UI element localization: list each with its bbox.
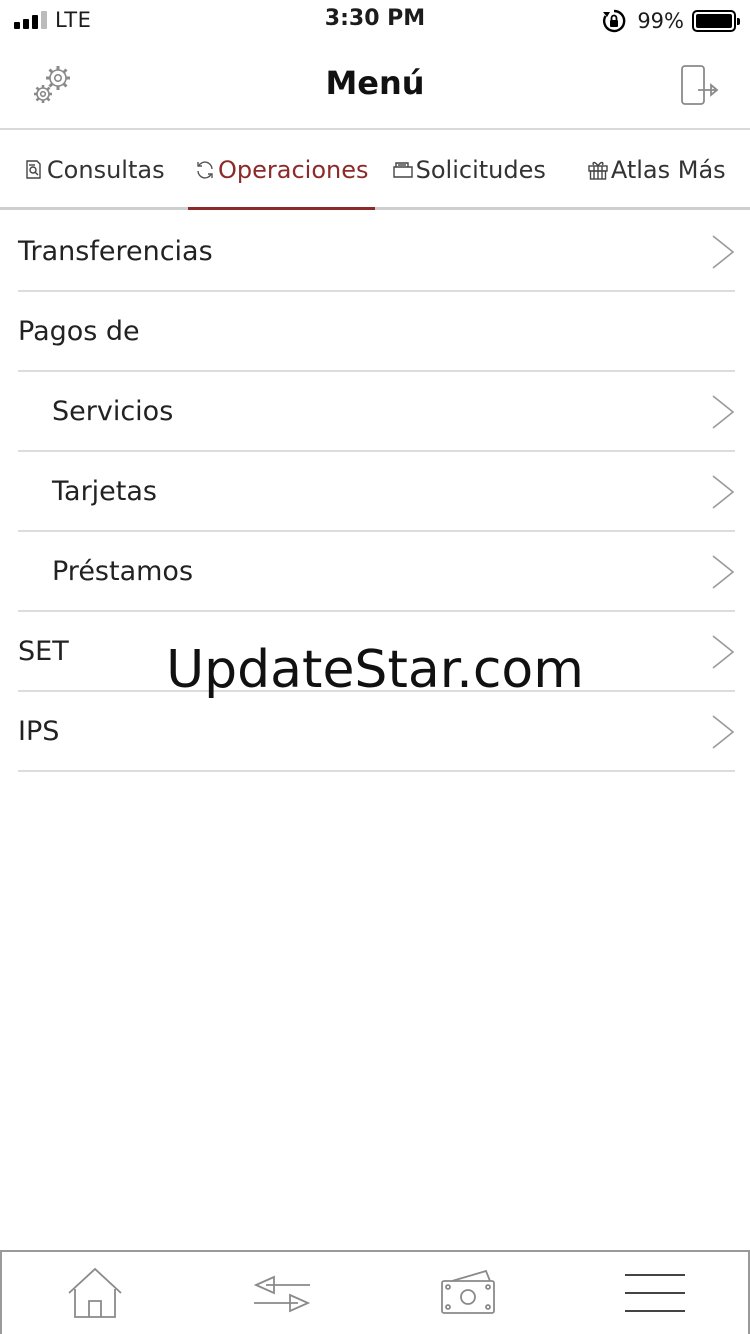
tab-atlas-mas-label: Atlas Más (610, 155, 726, 184)
bottom-tab-menu[interactable] (562, 1252, 749, 1334)
battery-icon (692, 10, 740, 32)
menu-item-servicios[interactable]: Servicios (18, 372, 735, 452)
transfer-arrows-icon (253, 1275, 310, 1313)
tab-solicitudes-label: Solicitudes (415, 155, 546, 184)
status-right: 99% (601, 8, 740, 34)
menu-section-label: Pagos de (18, 315, 140, 347)
section-tabs: Consultas Operaciones Solicitudes Atlas … (0, 132, 750, 210)
chevron-right-icon (712, 555, 735, 589)
nav-bar: Menú (0, 40, 750, 130)
hamburger-menu-icon (624, 1274, 685, 1312)
bottom-tab-transfers[interactable] (189, 1252, 376, 1334)
home-icon (68, 1267, 122, 1318)
chevron-right-icon (712, 475, 735, 509)
refresh-icon (197, 160, 213, 179)
status-bar: LTE 3:30 PM 99% (0, 0, 750, 40)
menu-item-label: Préstamos (52, 555, 194, 587)
money-icon (441, 1269, 496, 1314)
watermark-text: UpdateStar.com (166, 640, 584, 700)
page-title: Menú (325, 64, 425, 102)
menu-item-transferencias[interactable]: Transferencias (18, 212, 735, 292)
menu-item-label: Transferencias (18, 235, 213, 267)
chevron-right-icon (712, 235, 735, 269)
menu-section-pagos-de: Pagos de (18, 292, 735, 372)
document-search-icon (26, 159, 41, 179)
bottom-tab-home[interactable] (2, 1252, 189, 1334)
menu-item-tarjetas[interactable]: Tarjetas (18, 452, 735, 532)
tab-operaciones[interactable]: Operaciones (187, 132, 376, 210)
menu-item-label: Servicios (52, 395, 174, 427)
menu-item-prestamos[interactable]: Préstamos (18, 532, 735, 612)
menu-item-label: Tarjetas (52, 475, 157, 507)
folder-icon (392, 161, 413, 178)
tab-operaciones-label: Operaciones (218, 155, 369, 184)
tab-solicitudes[interactable]: Solicitudes (375, 132, 563, 207)
tab-consultas[interactable]: Consultas (0, 132, 188, 207)
chevron-right-icon (712, 715, 735, 749)
tab-atlas-mas[interactable]: Atlas Más (563, 132, 750, 207)
bottom-tab-bar (0, 1250, 750, 1334)
rotation-lock-icon (603, 9, 626, 33)
tab-consultas-label: Consultas (46, 155, 165, 184)
bottom-tab-payments[interactable] (375, 1252, 562, 1334)
logout-icon[interactable] (676, 62, 722, 108)
menu-item-ips[interactable]: IPS (18, 692, 735, 772)
menu-item-label: IPS (18, 715, 60, 747)
battery-percent: 99% (637, 9, 684, 33)
chevron-right-icon (712, 395, 735, 429)
gift-icon (588, 161, 608, 180)
